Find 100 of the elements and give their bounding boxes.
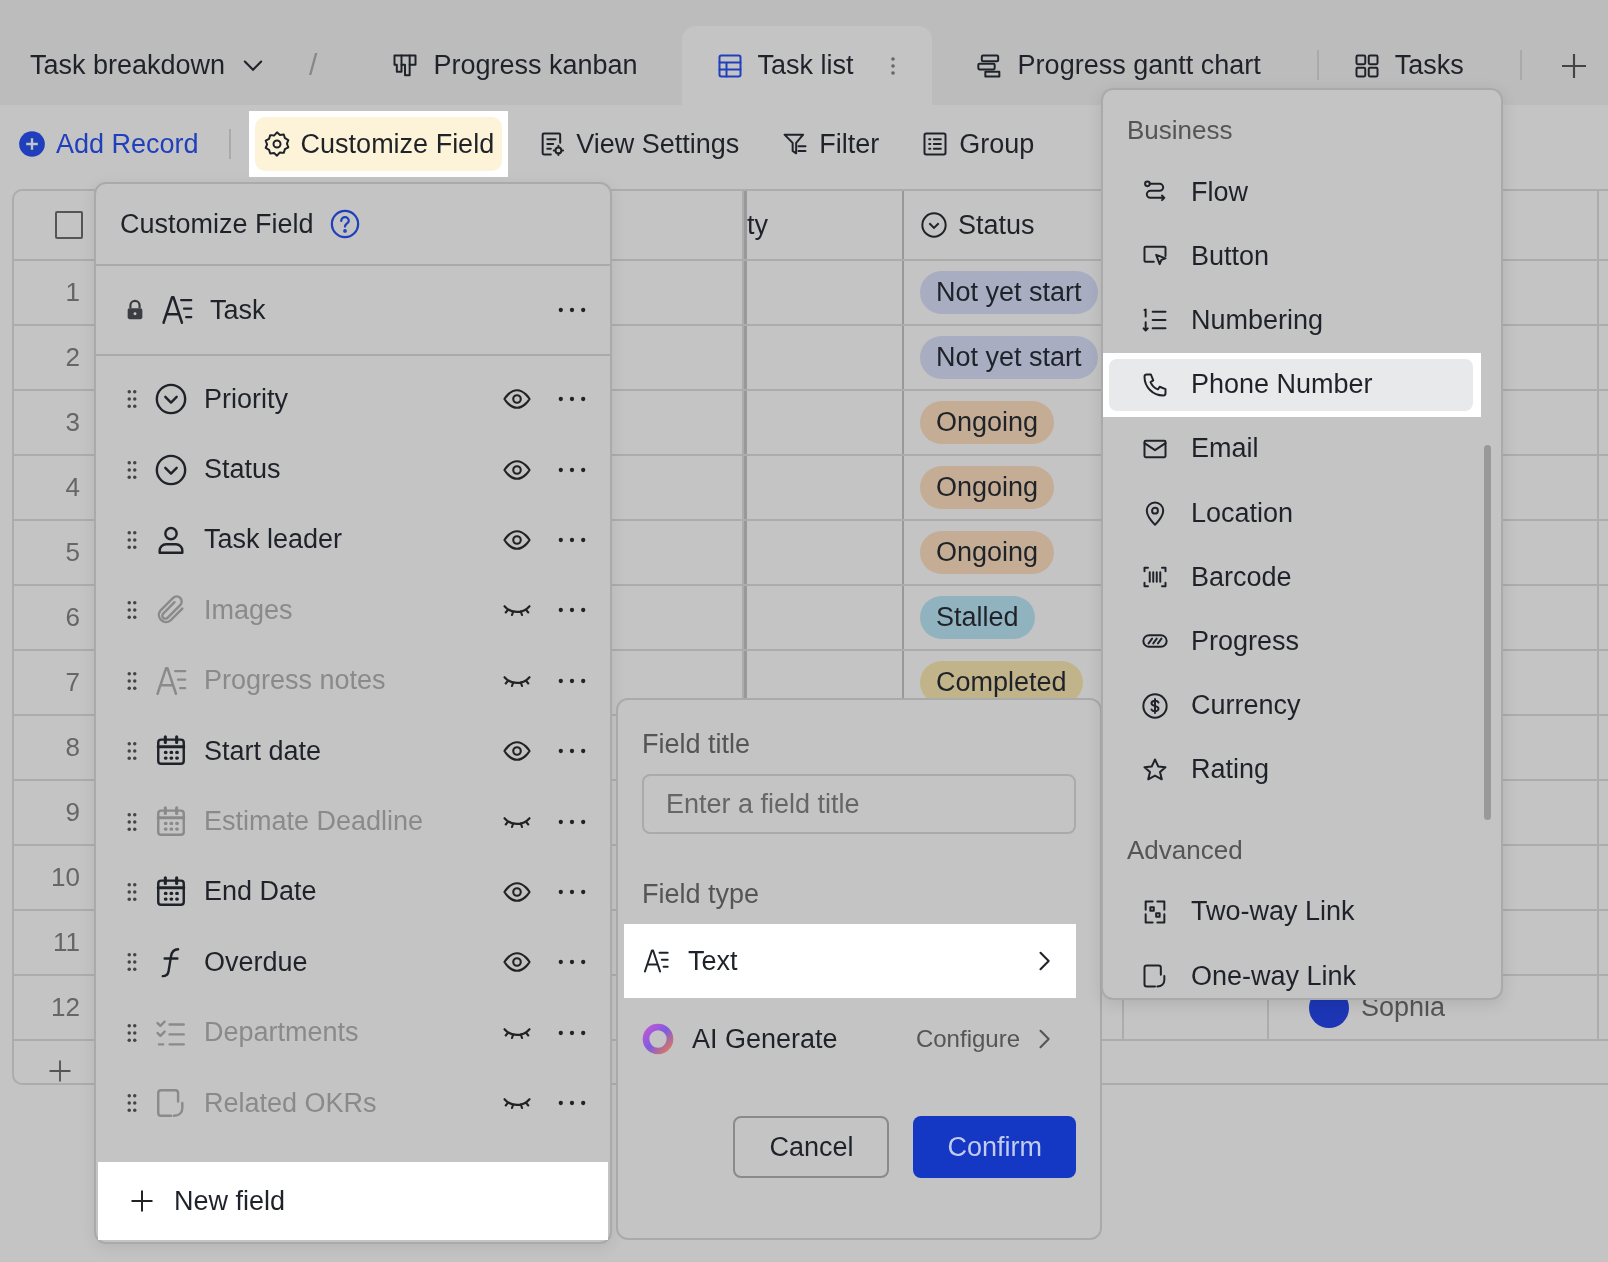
row-number: 7 [65, 667, 80, 698]
dropdown-icon [154, 382, 188, 417]
drag-handle-icon[interactable] [126, 740, 138, 763]
breadcrumb-separator: / [309, 47, 318, 83]
more-icon[interactable] [558, 307, 586, 313]
menu-item[interactable]: Numbering [1109, 288, 1473, 353]
ai-ring-icon [642, 1023, 674, 1055]
field-name: Images [204, 594, 294, 626]
status-tag: Ongoing [920, 466, 1055, 509]
menu-item[interactable]: Email [1109, 416, 1473, 481]
panel-title: Customize Field [120, 208, 314, 240]
more-icon[interactable] [558, 818, 586, 825]
add-record-button[interactable]: Add Record [18, 128, 199, 160]
status-tag: Stalled [920, 596, 1035, 639]
row-number: 9 [65, 797, 80, 828]
more-icon[interactable] [558, 396, 586, 403]
drag-handle-icon[interactable] [126, 669, 138, 692]
toolbar-button[interactable]: View Settings [538, 117, 740, 171]
menu-section-heading: Advanced [1126, 833, 1243, 867]
view-tab[interactable]: Progress kanban [369, 26, 660, 105]
cancel-button[interactable]: Cancel [733, 1116, 890, 1178]
checkbox[interactable] [55, 211, 83, 239]
status-tag: Not yet start [920, 271, 1098, 314]
row-number: 8 [65, 732, 80, 763]
more-icon[interactable] [558, 888, 586, 895]
drag-handle-icon[interactable] [126, 1092, 138, 1115]
calendar-icon [154, 804, 188, 839]
row-number: 1 [65, 277, 80, 308]
field-name: Start date [204, 735, 323, 767]
menu-item[interactable]: Currency [1109, 673, 1473, 738]
menu-item[interactable]: Button [1109, 224, 1473, 289]
row-number: 11 [53, 927, 80, 958]
field-name: Departments [204, 1017, 360, 1049]
menu-item[interactable]: Phone Number [1109, 358, 1473, 411]
row-number: 2 [65, 342, 80, 373]
drag-handle-icon[interactable] [126, 528, 138, 551]
field-label: Field title [641, 728, 751, 761]
numbered-list-icon [1141, 306, 1169, 335]
view-tab[interactable]: Progress gantt chart [953, 26, 1283, 105]
row-number: 10 [51, 862, 80, 893]
more-icon[interactable] [558, 959, 586, 966]
calendar-icon [154, 874, 188, 909]
status-tag: Not yet start [920, 336, 1098, 379]
drag-handle-icon[interactable] [126, 599, 138, 622]
confirm-button[interactable]: Confirm [913, 1116, 1076, 1178]
menu-item[interactable]: Two-way Link [1109, 879, 1473, 945]
table-name-dropdown[interactable]: Task breakdown [30, 25, 268, 105]
field-name: Priority [204, 383, 289, 415]
drag-handle-icon[interactable] [126, 810, 138, 833]
more-icon[interactable] [558, 748, 586, 755]
column-header: Status [958, 209, 1035, 241]
field-name: Progress notes [204, 665, 387, 697]
field-name: Related OKRs [204, 1087, 378, 1119]
field-label: Field type [641, 878, 760, 911]
toolbar-button[interactable]: Filter [781, 117, 880, 171]
more-icon[interactable] [558, 466, 586, 473]
text-icon [642, 947, 670, 975]
field-name: Status [204, 454, 282, 486]
field-type-select[interactable]: Text [624, 924, 1076, 998]
configure-link[interactable]: Configure [915, 1025, 1058, 1053]
column-header: ty [747, 209, 768, 241]
row-number: 6 [65, 602, 80, 633]
settings-icon [262, 130, 291, 158]
view-tab[interactable]: Task list [681, 26, 932, 105]
field-name: Overdue [204, 946, 309, 978]
menu-section-heading: Business [1126, 114, 1233, 147]
drag-handle-icon[interactable] [126, 458, 138, 481]
more-icon[interactable] [558, 607, 586, 614]
row-number: 3 [65, 407, 80, 438]
field-name: Task [210, 294, 267, 326]
view-tab[interactable]: Tasks [1330, 26, 1486, 105]
ai-generate-label: AI Generate [692, 1023, 839, 1055]
more-icon[interactable] [558, 1029, 586, 1036]
menu-item[interactable]: Flow [1109, 160, 1473, 225]
scrollbar[interactable] [1484, 445, 1491, 820]
field-name: Estimate Deadline [204, 806, 425, 838]
drag-handle-icon[interactable] [126, 1021, 138, 1044]
menu-item[interactable]: Barcode [1109, 545, 1473, 610]
menu-item[interactable]: Progress [1109, 609, 1473, 674]
help-icon[interactable] [329, 209, 360, 239]
more-icon[interactable] [558, 1100, 586, 1107]
dropdown-icon [154, 452, 188, 487]
new-field-button[interactable]: New field [98, 1162, 608, 1240]
status-tag: Ongoing [920, 401, 1055, 444]
field-title-input[interactable]: Enter a field title [642, 774, 1076, 834]
status-tag: Ongoing [920, 531, 1055, 574]
field-name: End Date [204, 876, 318, 908]
toolbar-button[interactable]: Group [921, 117, 1035, 171]
drag-handle-icon[interactable] [126, 388, 138, 411]
dollar-icon [1141, 691, 1169, 720]
more-icon[interactable] [558, 677, 586, 684]
more-icon[interactable] [558, 536, 586, 543]
drag-handle-icon[interactable] [126, 880, 138, 903]
toolbar-button[interactable]: Customize Field [254, 117, 503, 171]
menu-item[interactable]: Location [1109, 480, 1473, 546]
text-icon [160, 293, 194, 327]
drag-handle-icon[interactable] [126, 951, 138, 974]
row-number: 4 [65, 472, 80, 503]
menu-item[interactable]: Rating [1109, 737, 1473, 802]
field-name: Task leader [204, 524, 344, 556]
